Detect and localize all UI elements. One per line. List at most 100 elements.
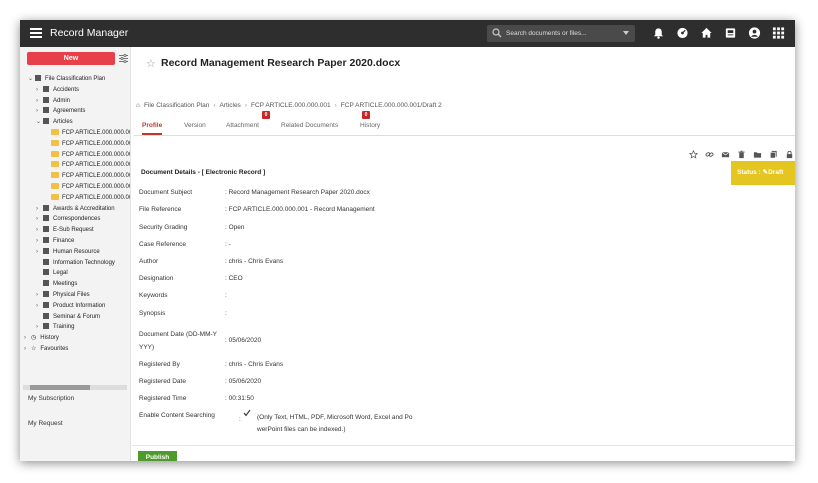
lock-icon[interactable] (785, 146, 794, 159)
chevron-right-icon[interactable]: › (36, 85, 43, 96)
tree-folder-item[interactable]: FCP ARTICLE.000.000.00 (24, 150, 130, 161)
tree-item-label: Agreements (53, 108, 86, 115)
cabinet-icon (43, 236, 49, 243)
tree-item[interactable]: › Physical Files (24, 290, 130, 301)
content-searching-checkbox[interactable] (243, 409, 251, 417)
field-label: Designation (139, 275, 174, 282)
tree-item[interactable]: Seminar & Forum (24, 312, 130, 323)
chevron-right-icon[interactable]: › (36, 96, 43, 107)
tree-item[interactable]: › E-Sub Request (24, 225, 130, 236)
publish-button[interactable]: Publish (138, 451, 177, 461)
breadcrumb-item[interactable]: File Classification Plan (144, 102, 209, 109)
tree-folder-item[interactable]: FCP ARTICLE.000.000.00 (24, 139, 130, 150)
cabinet-icon (43, 323, 49, 330)
field-label: Keywords (139, 292, 168, 299)
chevron-right-icon[interactable]: › (36, 204, 43, 215)
trash-icon[interactable] (737, 146, 746, 159)
tree-item[interactable]: ⌄ Articles (24, 117, 130, 128)
cabinet-icon (43, 269, 49, 276)
cabinet-icon (43, 247, 49, 254)
tree-item-label: Awards & Accreditation (53, 205, 115, 212)
chevron-right-icon[interactable]: › (24, 333, 31, 344)
link-icon[interactable] (705, 146, 714, 157)
tree-item[interactable]: › Correspondences (24, 214, 130, 225)
tree-item[interactable]: › Admin (24, 96, 130, 107)
tree-item[interactable]: › Human Resource (24, 247, 130, 258)
folder-icon (51, 161, 59, 168)
star-icon[interactable] (688, 146, 699, 159)
breadcrumb-item[interactable]: FCP ARTICLE.000.000.001 (251, 102, 331, 109)
chevron-right-icon: › (213, 102, 216, 109)
tab-version[interactable]: Version (184, 119, 206, 135)
tab-related-documents[interactable]: Related Documents (281, 119, 338, 135)
tree-folder-item[interactable]: FCP ARTICLE.000.000.00 (24, 182, 130, 193)
search-input[interactable] (506, 27, 616, 40)
chevron-right-icon[interactable]: › (36, 225, 43, 236)
tab-profile[interactable]: Profile (142, 119, 163, 135)
cabinet-icon (43, 118, 49, 125)
search-box[interactable] (487, 25, 635, 42)
field-value: : CEO (225, 275, 243, 282)
chevron-right-icon[interactable]: › (36, 236, 43, 247)
document-toolbar (688, 146, 795, 159)
new-button[interactable]: New (27, 52, 115, 65)
chevron-right-icon[interactable]: › (24, 344, 31, 355)
inbox-icon[interactable] (724, 26, 737, 40)
home-icon[interactable] (700, 26, 713, 40)
chevron-down-icon[interactable] (623, 31, 629, 35)
my-request-link[interactable]: My Request (28, 420, 63, 427)
tree-item[interactable]: › ◷ History (24, 333, 130, 344)
tree-item[interactable]: › Accidents (24, 85, 130, 96)
tree-item[interactable]: › Product Information (24, 301, 130, 312)
top-icons (652, 26, 785, 40)
chevron-down-icon[interactable]: ⌄ (28, 74, 35, 85)
favourite-star-icon[interactable]: ☆ (146, 57, 156, 70)
tree-item-label: Information Technology (53, 259, 115, 266)
tree-item[interactable]: Legal (24, 268, 130, 279)
user-icon[interactable] (748, 26, 761, 40)
home-icon[interactable]: ⌂ (136, 102, 140, 109)
chevron-right-icon[interactable]: › (36, 322, 43, 333)
my-subscription-link[interactable]: My Subscription (28, 395, 74, 402)
tree-folder-item[interactable]: FCP ARTICLE.000.000.00 (24, 171, 130, 182)
chevron-right-icon[interactable]: › (36, 301, 43, 312)
dashboard-icon[interactable] (676, 26, 689, 40)
tree-item-label: Physical Files (53, 291, 90, 298)
tree-item-label: FCP ARTICLE.000.000.00 (62, 162, 130, 169)
divider (132, 445, 795, 446)
chevron-right-icon[interactable]: › (36, 290, 43, 301)
scrollbar-thumb[interactable] (30, 385, 90, 390)
chevron-down-icon[interactable]: ⌄ (36, 117, 43, 128)
bell-icon[interactable] (652, 26, 665, 40)
menu-icon[interactable] (30, 28, 42, 38)
tab-attachment[interactable]: Attachment (226, 119, 259, 135)
chevron-right-icon[interactable]: › (36, 106, 43, 117)
tree-folder-item[interactable]: FCP ARTICLE.000.000.00 (24, 128, 130, 139)
tree-folder-item[interactable]: FCP ARTICLE.000.000.00 (24, 160, 130, 171)
chevron-right-icon[interactable]: › (36, 247, 43, 258)
tree-item-label: FCP ARTICLE.000.000.00 (62, 151, 130, 158)
folder-icon (51, 193, 59, 200)
tree-item[interactable]: › Awards & Accreditation (24, 204, 130, 215)
folder-icon[interactable] (753, 146, 762, 158)
cabinet-icon (43, 85, 49, 92)
field-label: File Reference (139, 206, 182, 213)
filter-settings-icon[interactable] (119, 54, 128, 63)
tree-item[interactable]: Meetings (24, 279, 130, 290)
tab-history[interactable]: History (360, 119, 380, 135)
chevron-right-icon[interactable]: › (36, 214, 43, 225)
apps-grid-icon[interactable] (772, 26, 785, 40)
mail-icon[interactable] (721, 146, 730, 158)
tree-item[interactable]: ⌄ File Classification Plan (24, 74, 130, 85)
tree-item[interactable]: › Agreements (24, 106, 130, 117)
copy-icon[interactable] (769, 146, 778, 159)
tree-item[interactable]: › Finance (24, 236, 130, 247)
field-value: : - (225, 241, 231, 248)
sidebar-scrollbar[interactable] (23, 385, 127, 390)
tree-item-label: Human Resource (53, 248, 100, 255)
tree-item[interactable]: Information Technology (24, 258, 130, 269)
tree-folder-item[interactable]: FCP ARTICLE.000.000.00 (24, 193, 130, 204)
tree-item[interactable]: › ☆ Favourites (24, 344, 130, 355)
tree-item[interactable]: › Training (24, 322, 130, 333)
breadcrumb-item[interactable]: Articles (220, 102, 241, 109)
